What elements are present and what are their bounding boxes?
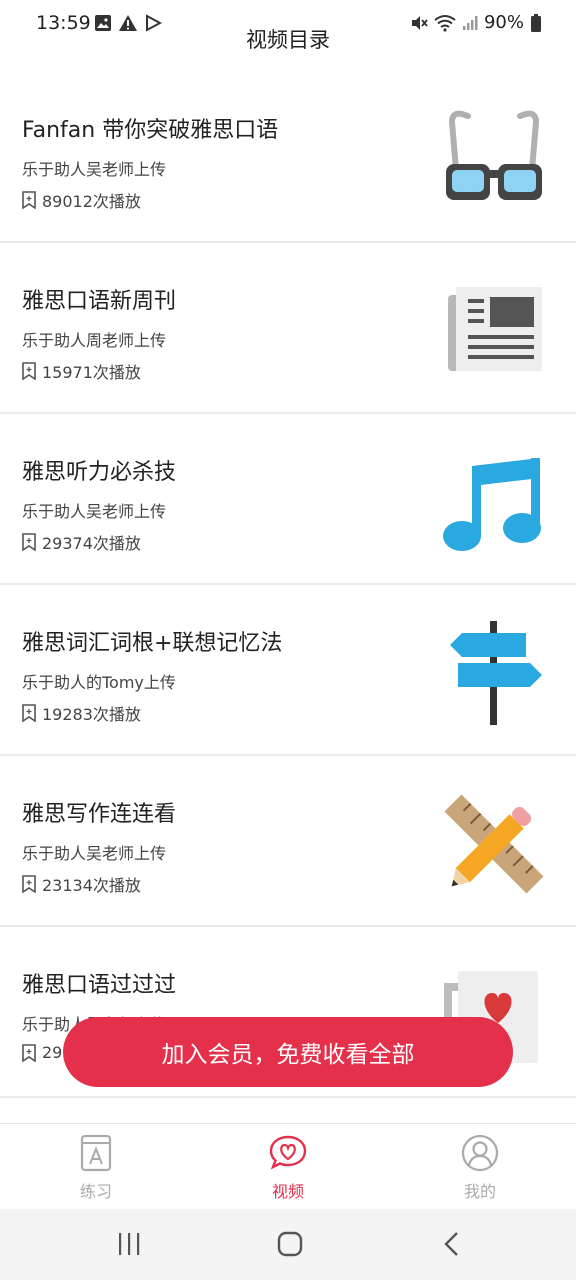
play-count: 29374次播放 [42, 534, 141, 553]
video-uploader: 乐于助人吴老师上传 [22, 844, 167, 863]
music-note-icon [443, 458, 541, 551]
list-item[interactable]: 雅思词汇词根+联想记忆法 乐于助人的Tomy上传 19283次播放 [0, 585, 576, 756]
bookmark-icon [22, 191, 36, 209]
heart-bubble-icon [269, 1135, 307, 1170]
video-title: 雅思听力必杀技 [22, 460, 177, 485]
video-title: 雅思口语新周刊 [22, 289, 177, 314]
join-membership-button[interactable]: 加入会员，免费收看全部 [63, 1017, 513, 1087]
home-icon[interactable] [277, 1231, 303, 1257]
tab-practice[interactable]: 练习 [36, 1134, 156, 1202]
bookmark-icon [22, 533, 36, 551]
system-navigation-bar [0, 1209, 576, 1280]
bookmark-icon [22, 704, 36, 722]
video-uploader: 乐于助人的Tomy上传 [22, 673, 176, 692]
list-item[interactable]: 雅思听力必杀技 乐于助人吴老师上传 29374次播放 [0, 414, 576, 585]
tab-mine[interactable]: 我的 [420, 1134, 540, 1202]
tab-label: 练习 [79, 1182, 112, 1201]
pencil-ruler-icon [444, 794, 544, 894]
user-icon [461, 1134, 499, 1172]
bookmark-icon [22, 362, 36, 380]
book-a-icon [80, 1134, 112, 1172]
glasses-icon [446, 110, 542, 200]
signpost-icon [450, 621, 542, 725]
page-title: 视频目录 [246, 28, 330, 52]
video-title: 雅思写作连连看 [22, 802, 177, 827]
video-title: 雅思词汇词根+联想记忆法 [22, 631, 283, 656]
video-uploader: 乐于助人吴老师上传 [22, 160, 167, 179]
tab-video[interactable]: 视频 [228, 1134, 348, 1202]
back-icon[interactable] [440, 1231, 466, 1257]
recent-apps-icon[interactable] [116, 1231, 142, 1257]
video-uploader: 乐于助人吴老师上传 [22, 502, 167, 521]
newspaper-icon [448, 287, 542, 371]
list-item[interactable]: Fanfan 带你突破雅思口语 乐于助人吴老师上传 89012次播放 [0, 72, 576, 243]
play-count: 89012次播放 [42, 192, 141, 211]
play-count: 19283次播放 [42, 705, 141, 724]
bottom-tab-bar: 练习 视频 我的 [0, 1123, 576, 1210]
video-uploader: 乐于助人周老师上传 [22, 331, 167, 350]
video-title: Fanfan 带你突破雅思口语 [22, 118, 279, 143]
play-count: 15971次播放 [42, 363, 141, 382]
video-list: Fanfan 带你突破雅思口语 乐于助人吴老师上传 89012次播放 雅思口语新… [0, 72, 576, 1098]
list-item[interactable]: 雅思写作连连看 乐于助人吴老师上传 23134次播放 [0, 756, 576, 927]
play-count: 23134次播放 [42, 876, 141, 895]
tab-label: 我的 [463, 1182, 496, 1201]
tab-label: 视频 [271, 1182, 304, 1201]
play-count: 29 [42, 1043, 63, 1062]
bookmark-icon [22, 1043, 36, 1062]
bookmark-icon [22, 875, 36, 893]
list-item[interactable]: 雅思口语新周刊 乐于助人周老师上传 15971次播放 [0, 243, 576, 414]
video-title: 雅思口语过过过 [22, 973, 177, 998]
